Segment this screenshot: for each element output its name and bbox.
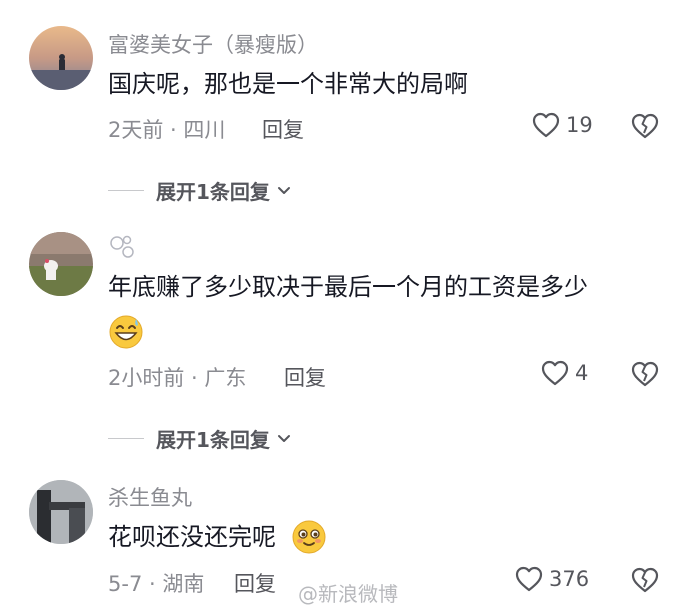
expand-replies-button[interactable]: 展开1条回复 <box>108 424 294 453</box>
broken-heart-icon <box>631 361 659 387</box>
chevron-down-icon <box>277 434 290 442</box>
dislike-button[interactable] <box>630 360 660 392</box>
like-button[interactable]: 19 <box>532 112 593 138</box>
divider-line <box>108 438 144 439</box>
divider-line <box>108 190 144 191</box>
reply-button[interactable]: 回复 <box>284 362 326 392</box>
heart-icon <box>532 112 560 138</box>
comment-meta: 2天前 · 四川 <box>108 118 226 142</box>
broken-heart-icon <box>631 113 659 139</box>
reply-button[interactable]: 回复 <box>262 114 304 144</box>
watermark: @新浪微博 <box>298 582 398 606</box>
chevron-down-icon <box>277 186 290 194</box>
avatar[interactable] <box>29 480 93 544</box>
like-count: 4 <box>575 361 589 385</box>
username[interactable]: 杀生鱼丸 <box>108 482 192 512</box>
laughing-sweat-emoji <box>108 314 144 354</box>
reply-button[interactable]: 回复 <box>234 568 276 598</box>
expand-replies-button[interactable]: 展开1条回复 <box>108 176 294 205</box>
avatar[interactable] <box>29 26 93 90</box>
dislike-button[interactable] <box>630 566 660 598</box>
expand-replies-label: 展开1条回复 <box>156 428 270 452</box>
heart-icon <box>541 360 569 386</box>
like-button[interactable]: 376 <box>515 566 589 592</box>
dislike-button[interactable] <box>630 112 660 144</box>
comment-text: 花呗还没还完呢 <box>108 523 276 551</box>
heart-icon <box>515 566 543 592</box>
blushing-smile-emoji <box>291 519 327 559</box>
comment-meta: 5-7 · 湖南 <box>108 572 205 596</box>
like-button[interactable]: 4 <box>541 360 588 386</box>
comment-meta: 2小时前 · 广东 <box>108 366 247 390</box>
like-count: 376 <box>549 567 590 591</box>
comment-text: 国庆呢，那也是一个非常大的局啊 <box>108 70 468 98</box>
broken-heart-icon <box>631 567 659 593</box>
like-count: 19 <box>566 113 593 137</box>
username[interactable]: 富婆美女子（暴瘦版） <box>108 29 318 59</box>
avatar[interactable] <box>29 232 93 296</box>
bubbles-icon <box>108 232 136 264</box>
comment-text: 年底赚了多少取决于最后一个月的工资是多少 <box>108 273 588 301</box>
expand-replies-label: 展开1条回复 <box>156 180 270 204</box>
